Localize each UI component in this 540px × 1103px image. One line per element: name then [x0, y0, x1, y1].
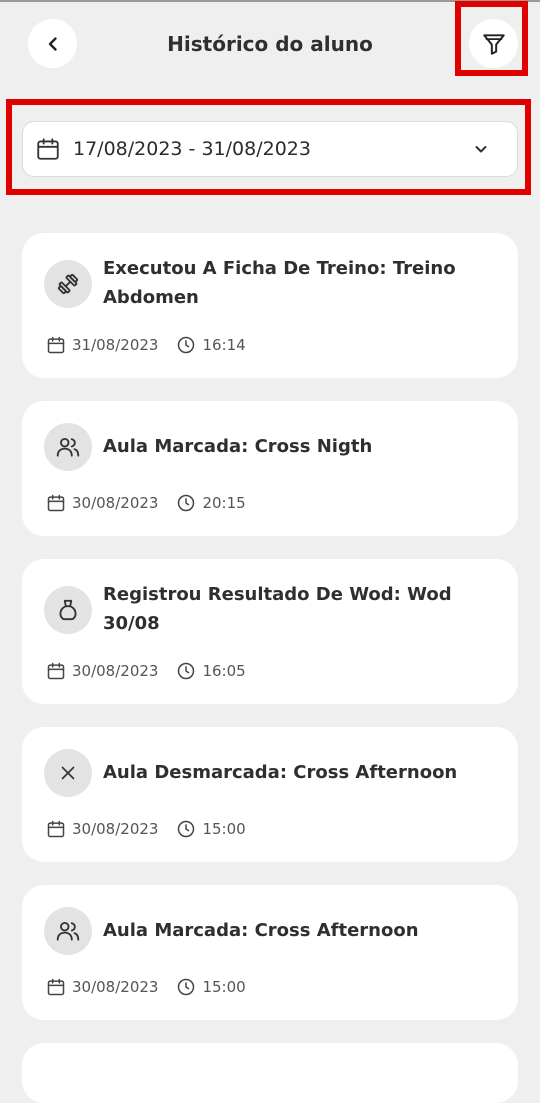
- history-date: 30/08/2023: [72, 494, 159, 512]
- history-time: 15:00: [202, 978, 246, 996]
- clock-icon: [176, 661, 196, 681]
- calendar-icon: [46, 819, 66, 839]
- history-date: 30/08/2023: [72, 820, 159, 838]
- history-card[interactable]: Aula Desmarcada: Cross Afternoon 30/08/2…: [22, 727, 518, 862]
- history-card[interactable]: [22, 1043, 518, 1103]
- calendar-icon: [46, 977, 66, 997]
- users-icon: [44, 907, 92, 955]
- history-date: 31/08/2023: [72, 336, 159, 354]
- calendar-icon: [46, 661, 66, 681]
- calendar-icon: [46, 335, 66, 355]
- calendar-icon: [46, 493, 66, 513]
- close-icon: [44, 749, 92, 797]
- history-card[interactable]: Registrou Resultado De Wod: Wod 30/08 30…: [22, 559, 518, 704]
- history-time: 20:15: [202, 494, 246, 512]
- history-card[interactable]: Aula Marcada: Cross Afternoon 30/08/2023…: [22, 885, 518, 1020]
- history-title: Aula Desmarcada: Cross Afternoon: [103, 762, 458, 783]
- dumbbell-icon: [44, 260, 92, 308]
- clock-icon: [176, 977, 196, 997]
- clock-icon: [176, 819, 196, 839]
- back-button[interactable]: [28, 19, 77, 68]
- page-title: Histórico do aluno: [167, 32, 373, 56]
- history-time: 15:00: [202, 820, 246, 838]
- history-card[interactable]: Aula Marcada: Cross Nigth 30/08/2023 20:…: [22, 401, 518, 536]
- history-date: 30/08/2023: [72, 662, 159, 680]
- clock-icon: [176, 335, 196, 355]
- kettlebell-icon: [44, 586, 92, 634]
- history-title: Registrou Resultado De Wod: Wod 30/08: [103, 584, 452, 634]
- history-time: 16:05: [202, 662, 246, 680]
- users-icon: [44, 423, 92, 471]
- history-title: Aula Marcada: Cross Afternoon: [103, 920, 419, 941]
- history-time: 16:14: [202, 336, 246, 354]
- filter-highlight-box: [455, 1, 528, 76]
- history-card[interactable]: Executou A Ficha De Treino: Treino Abdom…: [22, 233, 518, 378]
- history-title: Executou A Ficha De Treino: Treino Abdom…: [103, 258, 456, 308]
- clock-icon: [176, 493, 196, 513]
- history-title: Aula Marcada: Cross Nigth: [103, 436, 373, 457]
- date-range-highlight-box: [6, 99, 531, 195]
- chevron-left-icon: [48, 36, 57, 51]
- history-date: 30/08/2023: [72, 978, 159, 996]
